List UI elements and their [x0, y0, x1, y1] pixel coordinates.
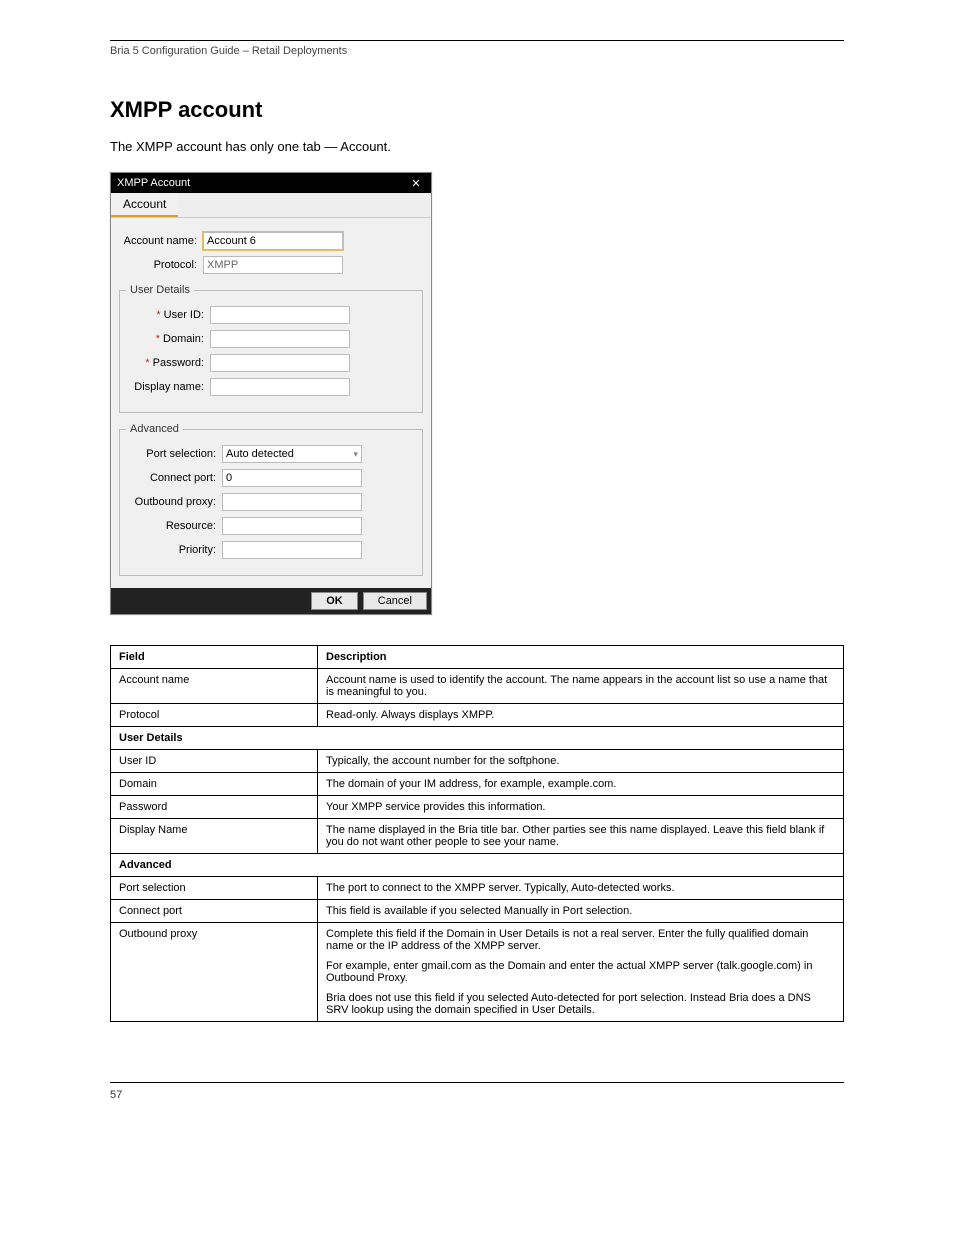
table-section-row: Advanced — [111, 854, 844, 877]
outbound-proxy-input[interactable] — [222, 493, 362, 511]
table-row: Display Name The name displayed in the B… — [111, 819, 844, 854]
section-intro: The XMPP account has only one tab — Acco… — [110, 139, 844, 154]
connect-port-label: Connect port: — [126, 472, 222, 484]
table-row: Domain The domain of your IM address, fo… — [111, 773, 844, 796]
domain-label: * Domain: — [126, 333, 210, 345]
account-name-label: Account name: — [119, 235, 203, 247]
user-id-input[interactable] — [210, 306, 350, 324]
protocol-input — [203, 256, 343, 274]
port-selection-select[interactable] — [222, 445, 362, 463]
resource-label: Resource: — [126, 520, 222, 532]
account-name-input[interactable] — [203, 232, 343, 250]
close-icon[interactable]: ✕ — [407, 177, 425, 190]
tab-account[interactable]: Account — [111, 193, 178, 217]
user-details-group: User Details * User ID: * Domain: * Pass… — [119, 284, 423, 413]
dialog-title: XMPP Account — [117, 177, 190, 189]
table-row: Outbound proxy Complete this field if th… — [111, 923, 844, 1022]
user-id-label: * User ID: — [126, 309, 210, 321]
advanced-legend: Advanced — [126, 423, 183, 435]
priority-input[interactable] — [222, 541, 362, 559]
display-name-input[interactable] — [210, 378, 350, 396]
user-details-legend: User Details — [126, 284, 194, 296]
table-row: Password Your XMPP service provides this… — [111, 796, 844, 819]
priority-label: Priority: — [126, 544, 222, 556]
advanced-group: Advanced Port selection: ▾ Connect port:… — [119, 423, 423, 576]
section-title: XMPP account — [110, 97, 844, 123]
table-row: Protocol Read-only. Always displays XMPP… — [111, 704, 844, 727]
display-name-label: Display name: — [126, 381, 210, 393]
ok-button[interactable]: OK — [311, 592, 358, 610]
table-section-row: User Details — [111, 727, 844, 750]
th-field: Field — [111, 646, 318, 669]
field-description-table: Field Description Account name Account n… — [110, 645, 844, 1022]
domain-input[interactable] — [210, 330, 350, 348]
connect-port-input[interactable] — [222, 469, 362, 487]
password-label: * Password: — [126, 357, 210, 369]
cancel-button[interactable]: Cancel — [363, 592, 427, 610]
outbound-proxy-label: Outbound proxy: — [126, 496, 222, 508]
table-row: Port selection The port to connect to th… — [111, 877, 844, 900]
protocol-label: Protocol: — [119, 259, 203, 271]
table-row: User ID Typically, the account number fo… — [111, 750, 844, 773]
th-description: Description — [318, 646, 844, 669]
xmpp-account-dialog: XMPP Account ✕ Account Account name: Pro… — [110, 172, 432, 615]
footer-page-number: 57 — [110, 1089, 122, 1101]
password-input[interactable] — [210, 354, 350, 372]
table-row: Account name Account name is used to ide… — [111, 669, 844, 704]
resource-input[interactable] — [222, 517, 362, 535]
doc-header: Bria 5 Configuration Guide – Retail Depl… — [110, 45, 844, 57]
port-selection-label: Port selection: — [126, 448, 222, 460]
table-row: Connect port This field is available if … — [111, 900, 844, 923]
